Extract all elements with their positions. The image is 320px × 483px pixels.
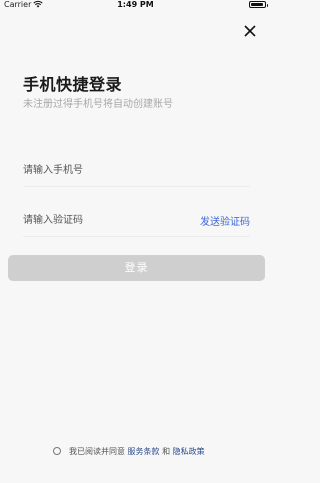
close-icon xyxy=(244,25,256,37)
radio-unchecked-icon[interactable] xyxy=(53,447,61,455)
code-field-row: 发送验证码 xyxy=(23,206,250,237)
terms-link[interactable]: 服务条款 xyxy=(128,447,160,456)
send-code-button[interactable]: 发送验证码 xyxy=(200,213,250,228)
login-button[interactable]: 登录 xyxy=(8,255,265,281)
agreement-and: 和 xyxy=(162,447,171,456)
verification-code-input[interactable] xyxy=(23,210,183,230)
page-title: 手机快捷登录 xyxy=(23,75,123,94)
privacy-link[interactable]: 隐私政策 xyxy=(173,447,205,456)
agreement-text: 我已阅读并同意 服务条款 和 隐私政策 xyxy=(69,446,205,457)
battery-icon xyxy=(249,1,268,8)
agreement-row: 我已阅读并同意 服务条款 和 隐私政策 xyxy=(0,446,271,458)
phone-field-row xyxy=(23,156,250,187)
status-bar: Carrier 1:49 PM xyxy=(0,0,271,12)
status-time: 1:49 PM xyxy=(117,0,154,9)
phone-input[interactable] xyxy=(23,160,183,180)
close-button[interactable] xyxy=(242,23,258,39)
page-subtitle: 未注册过得手机号将自动创建账号 xyxy=(23,99,173,110)
agreement-prefix: 我已阅读并同意 xyxy=(69,447,125,456)
